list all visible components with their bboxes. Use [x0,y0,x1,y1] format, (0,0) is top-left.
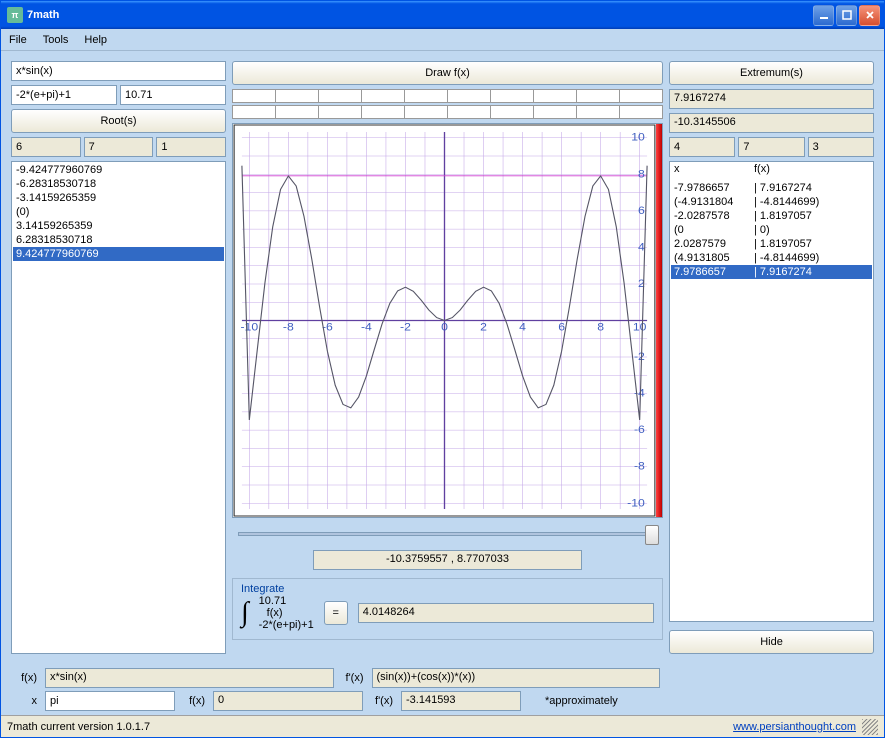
extremum-min: -10.3145506 [669,113,874,133]
app-icon: π [7,7,23,23]
svg-text:6: 6 [638,204,645,216]
function-input[interactable] [11,61,226,81]
svg-text:-10: -10 [627,497,645,509]
extremum-button[interactable]: Extremum(s) [669,61,874,85]
approx-note: *approximately [525,695,618,707]
svg-text:-8: -8 [283,321,294,333]
plot-area[interactable]: -10-8-6-4-20246810-10-8-6-4-2246810 [232,123,663,518]
bottom-info: f(x) x*sin(x) f'(x) (sin(x))+(cos(x))*(x… [1,664,884,715]
list-item[interactable]: (-4.9131804| -4.8144699) [671,195,872,209]
int-upper: 10.71 [259,595,314,607]
integral-icon: ∫ [241,597,249,629]
svg-text:-2: -2 [400,321,411,333]
fpx2-label: f'(x) [367,695,397,707]
upper-bound-input[interactable] [120,85,226,105]
list-item[interactable]: -7.9786657| 7.9167274 [671,181,872,195]
draw-button[interactable]: Draw f(x) [232,61,663,85]
plot-right-bar [656,124,662,517]
integrate-result: 4.0148264 [358,603,654,623]
svg-text:8: 8 [638,168,645,180]
list-item[interactable]: 7.9786657| 7.9167274 [671,265,872,279]
list-item[interactable]: -2.0287578| 1.8197057 [671,209,872,223]
list-item[interactable]: 6.28318530718 [13,233,224,247]
x-label: x [11,695,41,707]
status-link[interactable]: www.persianthought.com [733,721,856,733]
svg-text:-6: -6 [634,424,645,436]
svg-text:-8: -8 [634,460,645,472]
extremum-listbox[interactable]: xf(x) -7.9786657| 7.9167274(-4.9131804| -… [669,161,874,622]
svg-text:0: 0 [441,321,448,333]
zoom-slider[interactable] [232,522,663,546]
fx2-label: f(x) [179,695,209,707]
integrate-panel: Integrate ∫ 10.71 f(x) -2*(e+pi)+1 = 4.0… [232,578,663,640]
list-item[interactable]: 9.424777960769 [13,247,224,261]
list-item[interactable]: -3.14159265359 [13,191,224,205]
list-item[interactable]: 2.0287579| 1.8197057 [671,237,872,251]
fx-value: x*sin(x) [45,668,334,688]
fx2-value: 0 [213,691,363,711]
titlebar: π 7math [1,1,884,29]
menu-file[interactable]: File [9,34,27,46]
extremum-max: 7.9167274 [669,89,874,109]
svg-text:-4: -4 [361,321,372,333]
svg-text:10: 10 [633,321,647,333]
svg-text:2: 2 [480,321,487,333]
color-bar-top [232,89,663,119]
maximize-button[interactable] [836,5,857,26]
list-item[interactable]: (0) [13,205,224,219]
fpx-value: (sin(x))+(cos(x))*(x)) [372,668,661,688]
hide-button[interactable]: Hide [669,630,874,654]
svg-text:-10: -10 [240,321,258,333]
window-title: 7math [27,9,813,21]
ext-param-1[interactable] [669,137,735,157]
statusbar: 7math current version 1.0.1.7 www.persia… [1,715,884,737]
close-button[interactable] [859,5,880,26]
svg-text:6: 6 [558,321,565,333]
int-lower: -2*(e+pi)+1 [259,619,314,631]
list-item[interactable]: (0| 0) [671,223,872,237]
roots-param-2[interactable] [84,137,154,157]
list-item[interactable]: -6.28318530718 [13,177,224,191]
fx-label: f(x) [11,672,41,684]
list-item[interactable]: 3.14159265359 [13,219,224,233]
roots-param-3[interactable] [156,137,226,157]
x-input[interactable] [45,691,175,711]
ext-param-2[interactable] [738,137,804,157]
roots-listbox[interactable]: -9.424777960769-6.28318530718-3.14159265… [11,161,226,654]
menu-help[interactable]: Help [84,34,107,46]
minimize-button[interactable] [813,5,834,26]
list-item[interactable]: -9.424777960769 [13,163,224,177]
lower-bound-input[interactable] [11,85,117,105]
svg-text:8: 8 [597,321,604,333]
integrate-label: Integrate [241,583,654,595]
svg-text:-2: -2 [634,351,645,363]
fpx2-value: -3.141593 [401,691,521,711]
svg-text:4: 4 [519,321,526,333]
integrate-button[interactable]: = [324,601,348,625]
int-mid: f(x) [259,607,314,619]
fpx-label: f'(x) [338,672,368,684]
roots-param-1[interactable] [11,137,81,157]
menu-tools[interactable]: Tools [43,34,69,46]
ext-list-header: xf(x) [671,163,872,175]
roots-button[interactable]: Root(s) [11,109,226,133]
status-version: 7math current version 1.0.1.7 [7,721,150,733]
list-item[interactable]: (4.9131805| -4.8144699) [671,251,872,265]
ext-param-3[interactable] [808,137,874,157]
range-display: -10.3759557 , 8.7707033 [313,550,582,570]
resize-grip-icon[interactable] [862,719,878,735]
menubar: File Tools Help [1,29,884,51]
svg-text:10: 10 [631,131,645,143]
